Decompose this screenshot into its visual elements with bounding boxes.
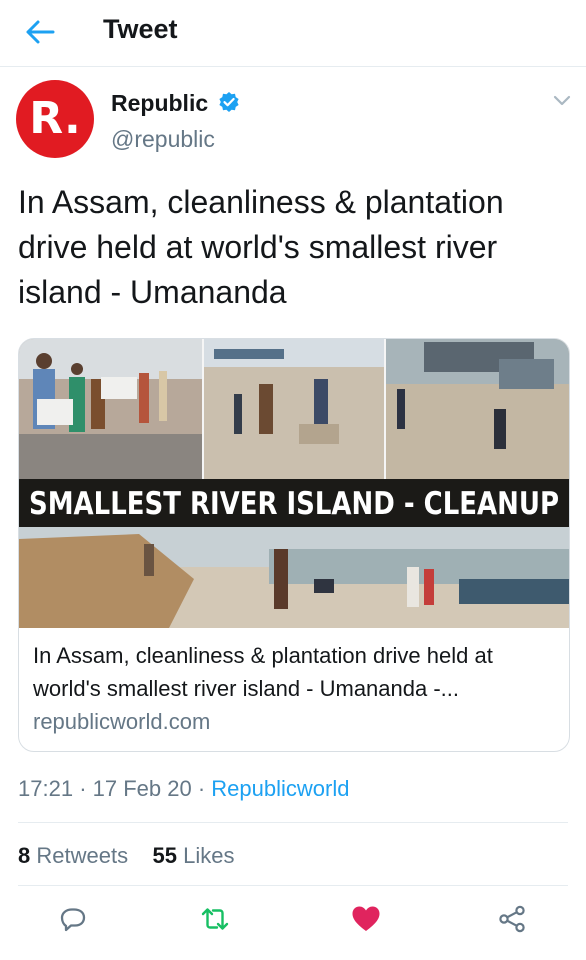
meta-separator: · [79,776,93,801]
card-title[interactable]: In Assam, cleanliness & plantation drive… [33,639,557,705]
chevron-down-icon[interactable] [552,94,572,108]
retweets-stat[interactable]: 8 Retweets [18,843,128,868]
divider [18,885,568,886]
back-arrow-icon[interactable] [24,18,56,46]
card-image: SMALLEST RIVER ISLAND - CLEANUP [19,339,569,628]
retweets-label: Retweets [36,843,129,868]
card-domain: republicworld.com [33,709,211,734]
tweet-stats: 8 Retweets 55 Likes [18,843,235,869]
tweet-date: 17 Feb 20 [92,776,192,801]
tweet-text: In Assam, cleanliness & plantation drive… [18,184,504,310]
meta-separator: · [197,776,212,801]
verified-badge-icon [219,92,239,112]
likes-label: Likes [183,843,235,868]
likes-count: 55 [152,843,178,868]
author-name[interactable]: Republic [111,90,208,117]
avatar[interactable]: R. [16,80,94,158]
top-bar: Tweet [0,0,586,67]
banner-text: SMALLEST RIVER ISLAND - CLEANUP [29,486,559,522]
tweet-time: 17:21 [18,776,74,801]
heart-icon[interactable] [351,904,381,934]
reply-icon[interactable] [58,904,88,934]
author-handle[interactable]: @republic [111,126,215,153]
retweets-count: 8 [18,843,31,868]
share-icon[interactable] [497,904,527,934]
link-card[interactable]: SMALLEST RIVER ISLAND - CLEANUP In Assam… [18,338,570,752]
likes-stat[interactable]: 55 Likes [153,843,235,868]
tweet-meta: 17:21 · 17 Feb 20 · Republicworld [18,776,349,802]
retweet-icon[interactable] [200,904,230,934]
avatar-letter: R. [29,93,81,144]
tweet-source-link[interactable]: Republicworld [211,776,349,801]
page-title: Tweet [103,14,178,44]
action-bar [0,896,586,946]
divider [18,822,568,823]
